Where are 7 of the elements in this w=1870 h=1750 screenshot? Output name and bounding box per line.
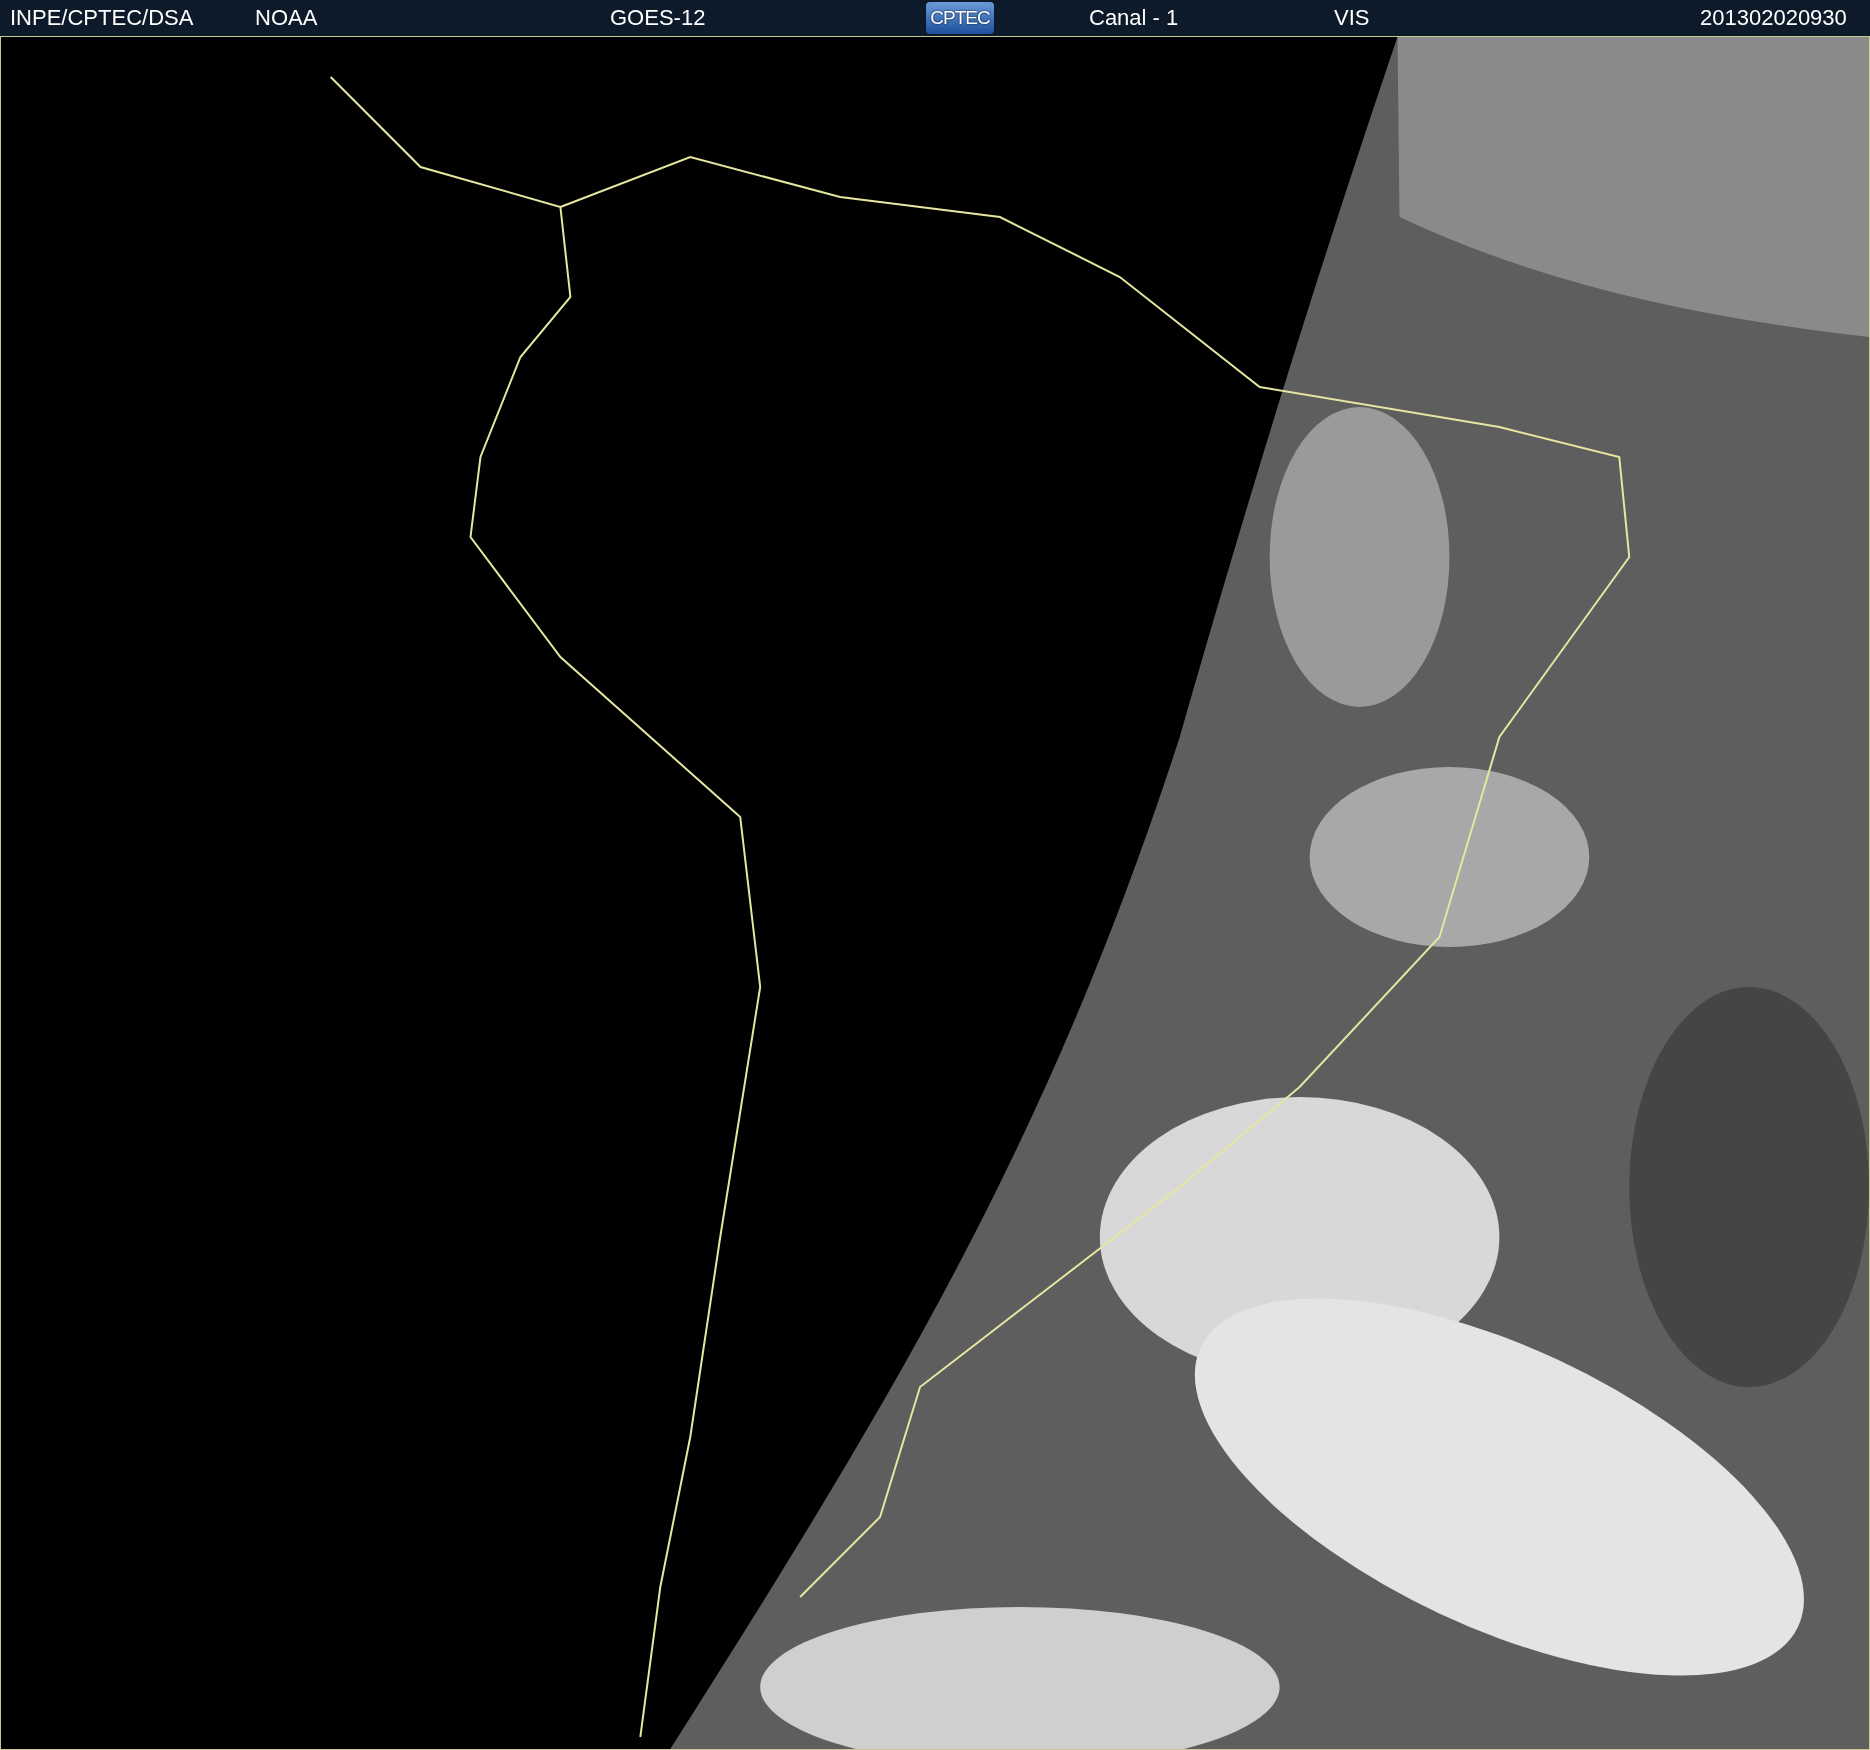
agency-label: NOAA [255,5,319,31]
channel-label: Canal - 1 [1089,5,1180,31]
band-label: VIS [1334,5,1371,31]
satellite-label: GOES-12 [610,5,707,31]
logo: CPTEC [926,2,994,34]
timestamp-label: 201302020930 [1700,5,1847,31]
source-label: INPE/CPTEC/DSA [10,5,195,31]
